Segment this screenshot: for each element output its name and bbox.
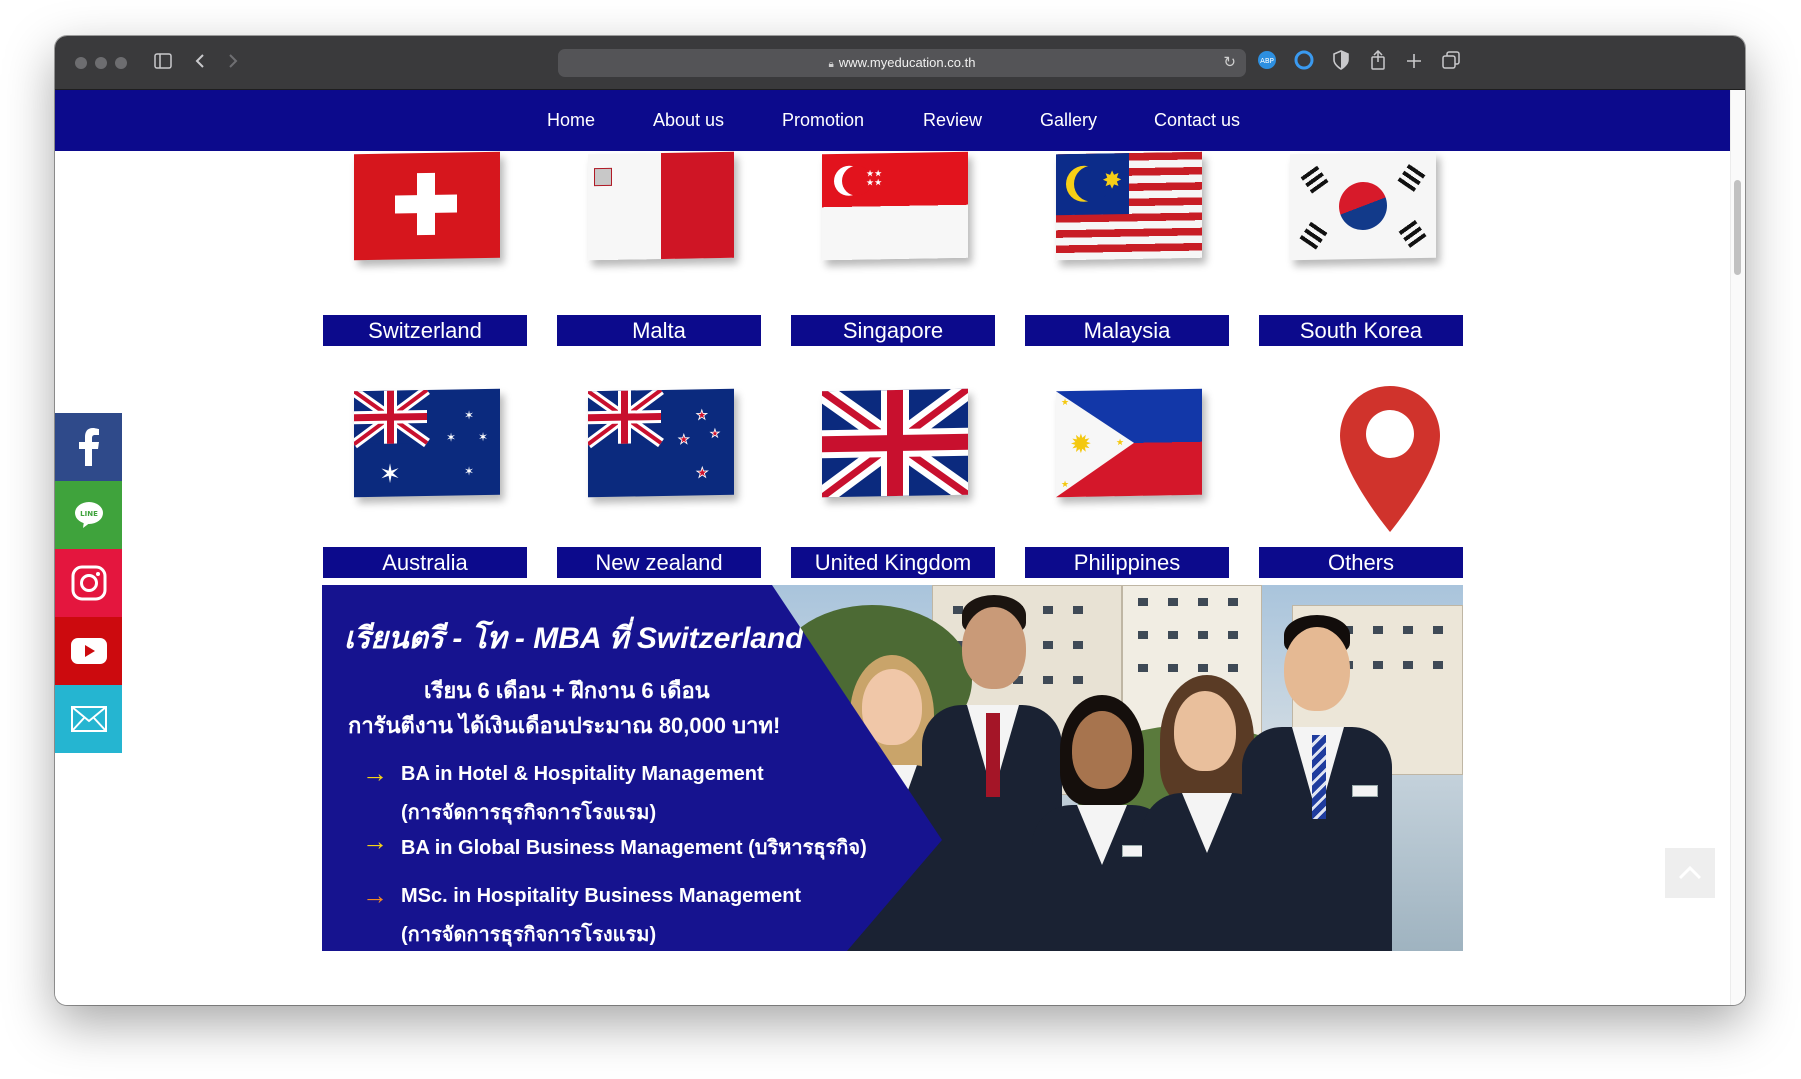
arrow-right-icon: →	[362, 880, 388, 910]
country-label-malaysia[interactable]: Malaysia	[1025, 315, 1229, 346]
program-item-sub: (การจัดการธุรกิจการโรงแรม)	[401, 802, 657, 824]
svg-text:★: ★	[710, 427, 720, 440]
chevron-right-icon[interactable]	[223, 50, 243, 76]
country-label-south-korea[interactable]: South Korea	[1259, 315, 1463, 346]
share-icon[interactable]	[1366, 49, 1390, 76]
student-figure	[1242, 615, 1392, 951]
nav-promotion[interactable]: Promotion	[782, 90, 864, 151]
minimize-window-button[interactable]	[95, 57, 107, 69]
line-button[interactable]: LINE	[55, 481, 122, 549]
united-kingdom-flag-image[interactable]	[822, 388, 968, 498]
map-pin-icon[interactable]	[1340, 386, 1440, 532]
sidebar-toggle-icon[interactable]	[150, 50, 176, 76]
philippines-flag-image[interactable]: ✹ ★ ★ ★	[1056, 388, 1202, 498]
banner-line-2: การันตีงาน ได้เงินเดือนประมาณ 80,000 บาท…	[348, 713, 781, 738]
svg-text:★: ★	[696, 465, 709, 481]
country-label-singapore[interactable]: Singapore	[791, 315, 995, 346]
program-item: BA in Hotel & Hospitality Management	[401, 763, 764, 785]
switzerland-flag-image[interactable]	[354, 151, 500, 261]
new-zealand-flag-image[interactable]: ★ ★ ★ ★	[588, 388, 734, 498]
page-scrollbar[interactable]	[1730, 90, 1745, 1005]
svg-text:✶: ✶	[446, 430, 456, 444]
nav-review[interactable]: Review	[923, 90, 982, 151]
chevron-left-icon[interactable]	[190, 50, 210, 76]
singapore-flag-image[interactable]: ★★ ★★	[822, 151, 968, 261]
south-korea-flag-image[interactable]	[1290, 151, 1436, 261]
instagram-button[interactable]	[55, 549, 122, 617]
country-label-philippines[interactable]: Philippines	[1025, 547, 1229, 578]
browser-toolbar: 🔒︎ www.myeducation.co.th ↻ ABP	[55, 36, 1745, 90]
scrollbar-thumb[interactable]	[1734, 180, 1741, 275]
privacy-shield-icon[interactable]	[1329, 50, 1353, 76]
country-label-new-zealand[interactable]: New zealand	[557, 547, 761, 578]
switzerland-promo-banner[interactable]: เรียนตรี - โท - MBA ที่ Switzerland เรีย…	[322, 585, 1463, 951]
australia-flag-image[interactable]: ✶ ✶ ✶ ✶ ✶	[354, 388, 500, 498]
lock-icon: 🔒︎	[828, 59, 834, 70]
country-label-united-kingdom[interactable]: United Kingdom	[791, 547, 995, 578]
facebook-icon	[78, 428, 99, 466]
svg-text:★: ★	[678, 433, 690, 448]
banner-line-1: เรียน 6 เดือน + ฝึกงาน 6 เดือน	[424, 678, 710, 703]
youtube-icon	[70, 638, 107, 664]
address-bar[interactable]: 🔒︎ www.myeducation.co.th ↻	[558, 49, 1246, 77]
adblock-icon[interactable]: ABP	[1255, 50, 1279, 76]
malaysia-flag-image[interactable]: ✸	[1056, 151, 1202, 261]
banner-title: เรียนตรี - โท - MBA ที่ Switzerland	[344, 622, 804, 655]
program-item: BA in Global Business Management (บริหาร…	[401, 837, 867, 859]
country-label-switzerland[interactable]: Switzerland	[323, 315, 527, 346]
program-item: MSc. in Hospitality Business Management	[401, 885, 802, 907]
malta-flag-image[interactable]	[588, 151, 734, 261]
line-icon: LINE	[74, 502, 103, 528]
new-tab-icon[interactable]	[1402, 50, 1426, 76]
browser-window: 🔒︎ www.myeducation.co.th ↻ ABP Home About…	[55, 36, 1745, 1005]
instagram-icon	[71, 565, 106, 601]
web-page: Home About us Promotion Review Gallery C…	[55, 90, 1730, 1005]
arrow-right-icon: →	[362, 758, 388, 788]
nav-contact-us[interactable]: Contact us	[1154, 90, 1240, 151]
top-navigation: Home About us Promotion Review Gallery C…	[55, 90, 1730, 151]
svg-text:✶: ✶	[464, 408, 474, 422]
svg-text:✶: ✶	[464, 464, 474, 478]
chevron-up-icon	[1678, 866, 1702, 880]
country-label-others[interactable]: Others	[1259, 547, 1463, 578]
mail-icon	[70, 706, 107, 732]
back-to-top-button[interactable]	[1665, 848, 1715, 898]
arrow-right-icon: →	[362, 826, 388, 856]
svg-text:ABP: ABP	[1260, 57, 1274, 65]
country-label-malta[interactable]: Malta	[557, 315, 761, 346]
svg-text:✶: ✶	[379, 459, 401, 489]
svg-text:★: ★	[696, 408, 708, 423]
facebook-button[interactable]	[55, 413, 122, 481]
tab-overview-icon[interactable]	[1439, 50, 1463, 76]
nav-home[interactable]: Home	[547, 90, 595, 151]
mail-button[interactable]	[55, 685, 122, 753]
url-text: www.myeducation.co.th	[838, 55, 976, 70]
zoom-window-button[interactable]	[115, 57, 127, 69]
svg-text:✶: ✶	[478, 430, 488, 444]
youtube-button[interactable]	[55, 617, 122, 685]
svg-text:LINE: LINE	[80, 510, 98, 518]
extension-icon[interactable]	[1292, 50, 1316, 76]
reload-icon[interactable]: ↻	[1223, 49, 1236, 77]
country-label-australia[interactable]: Australia	[323, 547, 527, 578]
close-window-button[interactable]	[75, 57, 87, 69]
nav-gallery[interactable]: Gallery	[1040, 90, 1097, 151]
program-item-sub: (การจัดการธุรกิจการโรงแรม)	[401, 924, 657, 946]
nav-about-us[interactable]: About us	[653, 90, 724, 151]
